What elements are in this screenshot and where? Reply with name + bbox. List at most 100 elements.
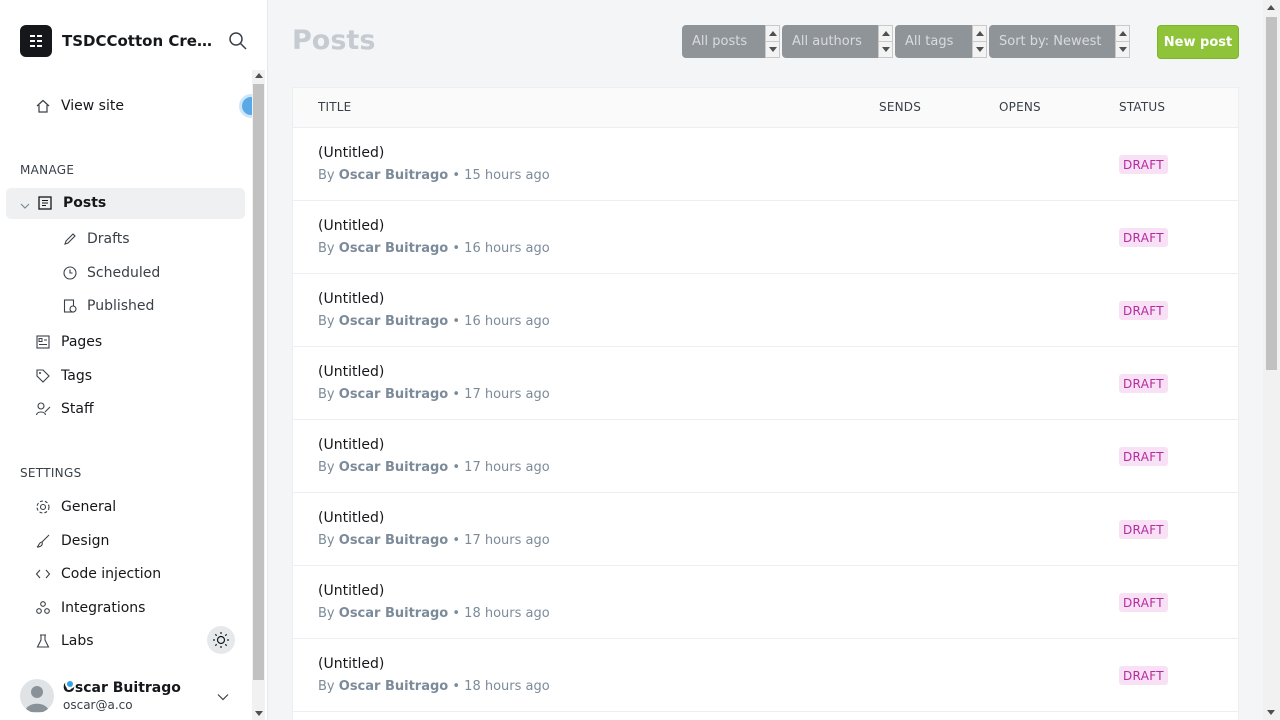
- sidebar-item-label: Integrations: [61, 600, 146, 616]
- view-site-link[interactable]: View site: [34, 95, 124, 117]
- table-row[interactable]: (Untitled) By Oscar Buitrago • 18 hours a…: [293, 639, 1238, 712]
- view-site-label: View site: [61, 98, 124, 114]
- table-row[interactable]: (Untitled) By Oscar Buitrago • 17 hours a…: [293, 493, 1238, 566]
- staff-icon: [34, 400, 52, 418]
- post-author: Oscar Buitrago: [338, 606, 449, 621]
- brush-icon: [34, 532, 52, 550]
- table-row[interactable]: (Untitled) By Oscar Buitrago • 17 hours a…: [293, 420, 1238, 493]
- post-meta: By Oscar Buitrago • 18 hours ago: [318, 679, 550, 694]
- post-title[interactable]: (Untitled): [318, 437, 384, 453]
- post-author: Oscar Buitrago: [338, 314, 449, 329]
- page-title: Posts: [292, 25, 376, 56]
- post-title[interactable]: (Untitled): [318, 291, 384, 307]
- sidebar-item-scheduled[interactable]: Scheduled: [62, 262, 160, 284]
- post-author: Oscar Buitrago: [338, 241, 449, 256]
- scrollbar-thumb[interactable]: [253, 84, 264, 680]
- sort-spinner[interactable]: [1115, 25, 1130, 58]
- post-by-label: By: [318, 314, 335, 329]
- manage-section-label: MANAGE: [20, 163, 75, 177]
- column-sends[interactable]: SENDS: [879, 100, 921, 114]
- post-title[interactable]: (Untitled): [318, 656, 384, 672]
- table-row[interactable]: (Untitled) By Oscar Buitrago • 18 hours a…: [293, 566, 1238, 639]
- post-title[interactable]: (Untitled): [318, 583, 384, 599]
- scroll-up-arrow-icon[interactable]: [255, 73, 263, 78]
- scroll-down-arrow-icon[interactable]: [255, 711, 263, 716]
- sidebar-item-labs[interactable]: Labs: [34, 630, 94, 652]
- post-time: • 18 hours ago: [452, 606, 550, 621]
- post-title[interactable]: (Untitled): [318, 218, 384, 234]
- post-meta: By Oscar Buitrago • 17 hours ago: [318, 533, 550, 548]
- main-scrollbar[interactable]: [1263, 0, 1280, 720]
- sidebar-item-label: General: [61, 499, 117, 515]
- scrollbar-thumb[interactable]: [1266, 17, 1277, 370]
- integrations-icon: [34, 599, 52, 617]
- flask-icon: [34, 632, 52, 650]
- published-icon: [62, 298, 78, 314]
- table-row[interactable]: (Untitled) By Oscar Buitrago • 15 hours a…: [293, 128, 1238, 201]
- new-post-button[interactable]: New post: [1157, 25, 1239, 59]
- site-title[interactable]: TSDCCotton Creative: [62, 32, 214, 50]
- sidebar-item-label: Posts: [63, 195, 107, 211]
- tag-icon: [34, 367, 52, 385]
- sidebar-item-posts[interactable]: Posts: [36, 192, 106, 214]
- ghost-logo-icon[interactable]: [20, 25, 52, 57]
- user-menu[interactable]: Oscar Buitrago oscar@a.co: [20, 676, 245, 716]
- post-by-label: By: [318, 241, 335, 256]
- settings-section-label: SETTINGS: [20, 466, 82, 480]
- column-status[interactable]: STATUS: [1119, 100, 1165, 114]
- authors-filter-spinner[interactable]: [878, 25, 893, 58]
- sidebar-item-pages[interactable]: Pages: [34, 331, 102, 353]
- status-badge: DRAFT: [1119, 447, 1168, 466]
- online-status-dot: [65, 679, 75, 689]
- post-by-label: By: [318, 679, 335, 694]
- status-badge: DRAFT: [1119, 593, 1168, 612]
- column-title[interactable]: TITLE: [318, 100, 351, 114]
- sidebar-item-general[interactable]: General: [34, 496, 116, 518]
- gear-icon: [34, 498, 52, 516]
- brand: TSDCCotton Creative: [20, 25, 250, 57]
- post-title[interactable]: (Untitled): [318, 510, 384, 526]
- table-row[interactable]: (Untitled) By Oscar Buitrago • 16 hours a…: [293, 274, 1238, 347]
- sidebar-item-integrations[interactable]: Integrations: [34, 597, 145, 619]
- scroll-down-arrow-icon[interactable]: [1267, 710, 1275, 715]
- post-time: • 17 hours ago: [452, 460, 550, 475]
- post-by-label: By: [318, 606, 335, 621]
- sidebar-item-label: Labs: [61, 633, 94, 649]
- column-opens[interactable]: OPENS: [999, 100, 1041, 114]
- table-row[interactable]: (Untitled) By Oscar Buitrago • 17 hours a…: [293, 347, 1238, 420]
- tags-filter-spinner[interactable]: [972, 25, 987, 58]
- sort-select[interactable]: Sort by: Newest: [989, 25, 1115, 58]
- post-by-label: By: [318, 460, 335, 475]
- post-title[interactable]: (Untitled): [318, 364, 384, 380]
- sidebar-item-published[interactable]: Published: [62, 295, 154, 317]
- post-time: • 17 hours ago: [452, 533, 550, 548]
- sidebar-scrollbar[interactable]: [252, 70, 265, 720]
- sidebar-item-label: Staff: [61, 401, 94, 417]
- post-author: Oscar Buitrago: [338, 533, 449, 548]
- table-row[interactable]: (Untitled) By Oscar Buitrago • 16 hours a…: [293, 201, 1238, 274]
- sidebar-item-drafts[interactable]: Drafts: [62, 228, 130, 250]
- posts-filter-select[interactable]: All posts: [682, 25, 765, 58]
- theme-toggle-sun-icon[interactable]: [207, 626, 235, 654]
- post-author: Oscar Buitrago: [338, 679, 449, 694]
- posts-filter-spinner[interactable]: [765, 25, 780, 58]
- post-meta: By Oscar Buitrago • 16 hours ago: [318, 314, 550, 329]
- sidebar: TSDCCotton Creative View site MANAGE Pos…: [0, 0, 268, 720]
- sidebar-item-staff[interactable]: Staff: [34, 398, 94, 420]
- search-icon[interactable]: [228, 31, 248, 51]
- user-email: oscar@a.co: [63, 698, 133, 712]
- post-meta: By Oscar Buitrago • 15 hours ago: [318, 168, 550, 183]
- chevron-down-icon[interactable]: [216, 689, 230, 703]
- sidebar-item-design[interactable]: Design: [34, 530, 109, 552]
- chevron-down-icon[interactable]: [19, 197, 31, 209]
- tags-filter-select[interactable]: All tags: [895, 25, 972, 58]
- home-icon: [34, 97, 52, 115]
- sidebar-item-code-injection[interactable]: Code injection: [34, 563, 161, 585]
- post-time: • 18 hours ago: [452, 679, 550, 694]
- sidebar-item-label: Code injection: [61, 566, 162, 582]
- sidebar-item-label: Scheduled: [87, 265, 161, 281]
- authors-filter-select[interactable]: All authors: [782, 25, 878, 58]
- post-title[interactable]: (Untitled): [318, 145, 384, 161]
- scroll-up-arrow-icon[interactable]: [1267, 5, 1275, 10]
- sidebar-item-tags[interactable]: Tags: [34, 365, 92, 387]
